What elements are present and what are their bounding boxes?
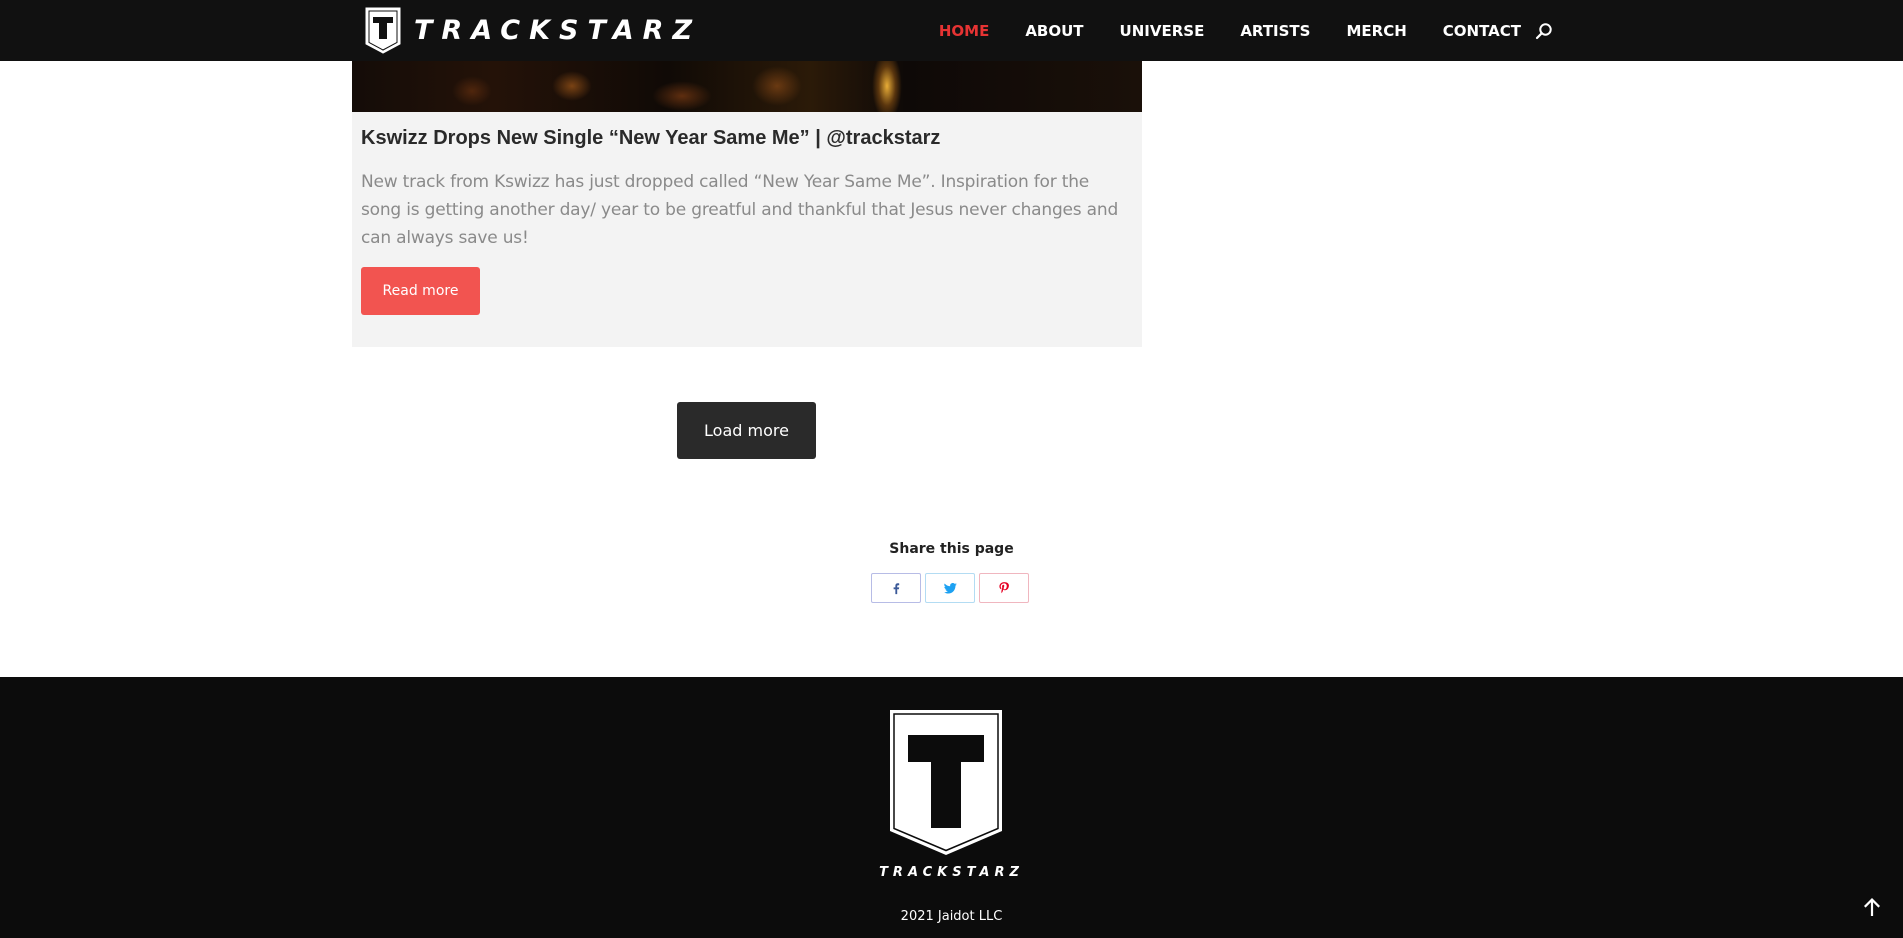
post-title[interactable]: Kswizz Drops New Single “New Year Same M… <box>361 127 940 150</box>
post-card: Kswizz Drops New Single “New Year Same M… <box>352 112 1142 347</box>
share-twitter-button[interactable] <box>925 573 975 603</box>
logo-shield-icon <box>365 7 401 54</box>
nav-item-home[interactable]: HOME <box>939 22 989 40</box>
footer-copyright: 2021 Jaidot LLC <box>900 909 1003 924</box>
pinterest-icon <box>999 582 1009 594</box>
main-nav: HOME ABOUT UNIVERSE ARTISTS MERCH CONTAC… <box>903 0 1553 61</box>
site-footer: TRACKSTARZ 2021 Jaidot LLC <box>0 677 1903 938</box>
post-featured-image[interactable] <box>352 61 1142 112</box>
load-more-button[interactable]: Load more <box>677 402 816 459</box>
search-icon[interactable] <box>1535 22 1553 40</box>
footer-wordmark: TRACKSTARZ <box>879 865 1024 880</box>
nav-item-artists[interactable]: ARTISTS <box>1240 22 1310 40</box>
nav-item-universe[interactable]: UNIVERSE <box>1120 22 1205 40</box>
share-pinterest-button[interactable] <box>979 573 1029 603</box>
site-logo[interactable]: TRACKSTARZ <box>365 6 701 54</box>
site-header: TRACKSTARZ HOME ABOUT UNIVERSE ARTISTS M… <box>0 0 1903 61</box>
facebook-icon <box>893 582 900 594</box>
nav-item-contact[interactable]: CONTACT <box>1443 22 1521 40</box>
twitter-icon <box>943 582 957 594</box>
arrow-up-icon <box>1864 898 1880 916</box>
nav-item-about[interactable]: ABOUT <box>1025 22 1083 40</box>
share-title: Share this page <box>889 541 1014 557</box>
scroll-to-top-button[interactable] <box>1860 895 1884 919</box>
nav-item-merch[interactable]: MERCH <box>1346 22 1406 40</box>
logo-wordmark: TRACKSTARZ <box>414 14 702 46</box>
footer-logo-icon[interactable] <box>888 708 1004 857</box>
share-buttons <box>871 573 1033 603</box>
share-facebook-button[interactable] <box>871 573 921 603</box>
post-excerpt: New track from Kswizz has just dropped c… <box>361 172 1119 248</box>
read-more-button[interactable]: Read more <box>361 267 480 315</box>
